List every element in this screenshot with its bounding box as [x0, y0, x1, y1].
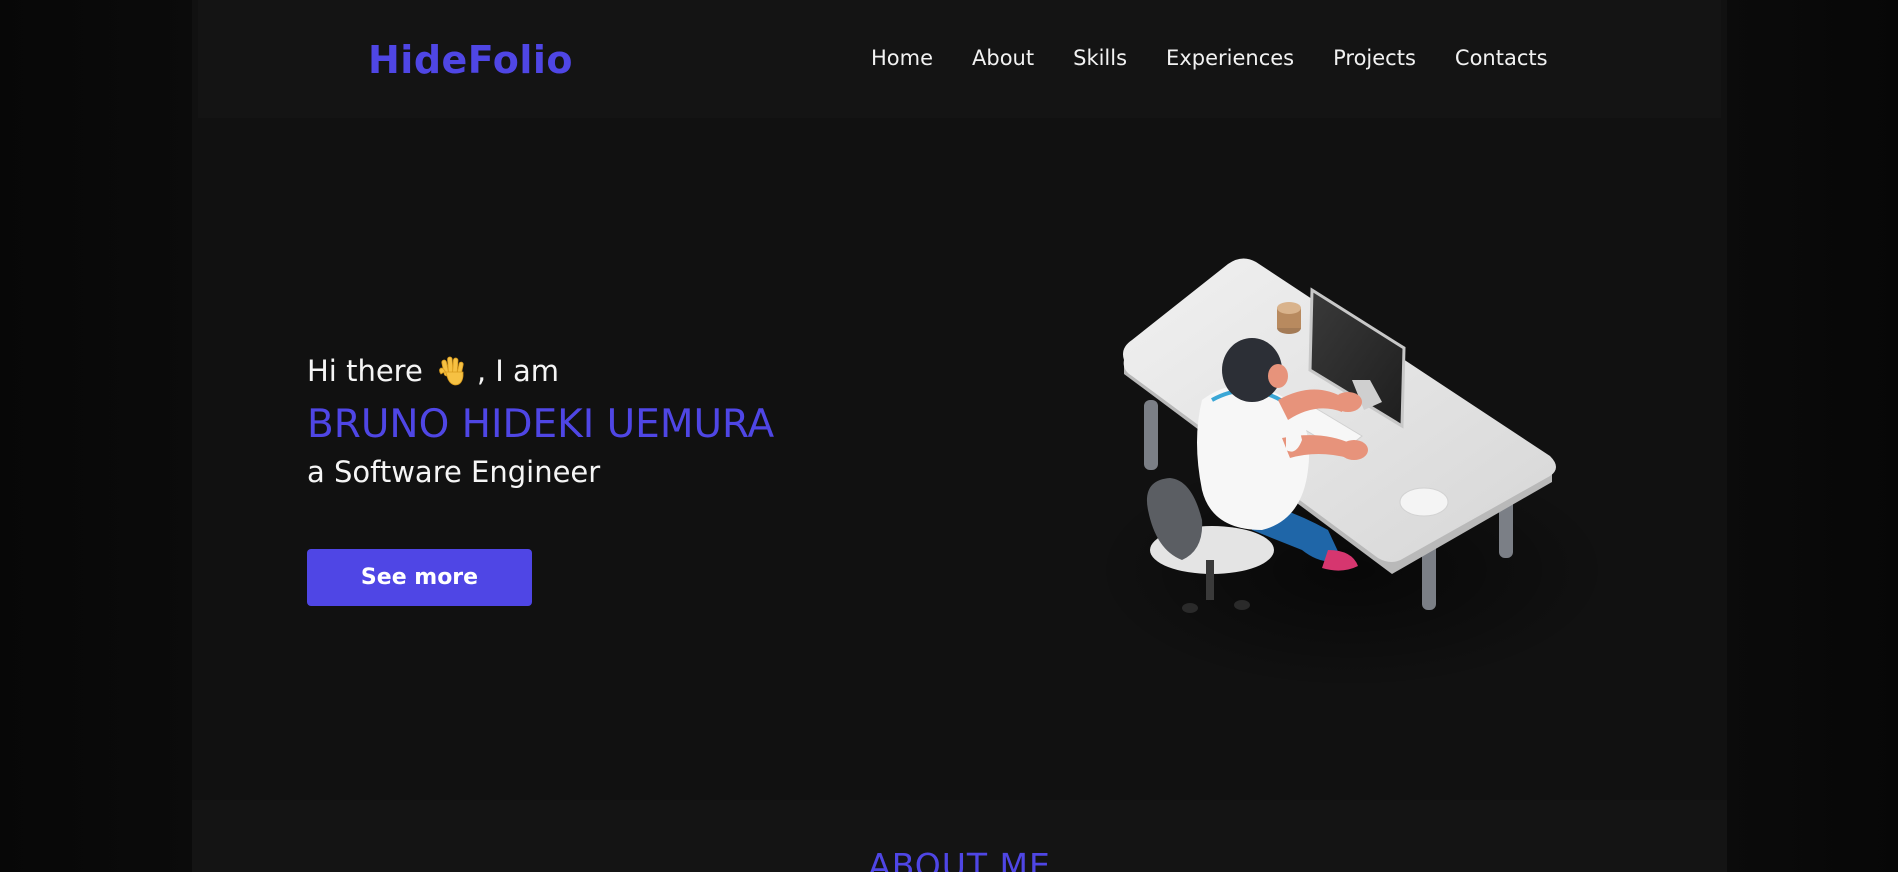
nav-link-experiences[interactable]: Experiences	[1166, 46, 1294, 70]
nav-link-home[interactable]: Home	[871, 46, 933, 70]
nav-item-about: About	[972, 46, 1073, 70]
developer-at-desk-illustration	[1092, 258, 1612, 690]
see-more-button[interactable]: See more	[307, 549, 532, 606]
hero-role: a Software Engineer	[307, 455, 601, 489]
waving-hand-icon	[438, 356, 464, 386]
nav-item-skills: Skills	[1073, 46, 1166, 70]
hero-greeting: Hi there , I am	[307, 354, 774, 388]
nav-link-about[interactable]: About	[972, 46, 1034, 70]
nav-link-projects[interactable]: Projects	[1333, 46, 1416, 70]
nav-item-experiences: Experiences	[1166, 46, 1333, 70]
hero-intro: Hi there , I am BRUNO HIDEKI UEMURA a So…	[307, 354, 774, 489]
nav-link-skills[interactable]: Skills	[1073, 46, 1127, 70]
nav-link-contacts[interactable]: Contacts	[1455, 46, 1548, 70]
page-gutter-right	[1727, 0, 1898, 872]
hero-name: BRUNO HIDEKI UEMURA	[307, 402, 775, 447]
nav-item-projects: Projects	[1333, 46, 1455, 70]
nav-links: Home About Skills Experiences Projects C…	[871, 46, 1587, 70]
navbar: HideFolio Home About Skills Experiences …	[198, 0, 1721, 118]
page-gutter-left	[0, 0, 192, 872]
site-logo[interactable]: HideFolio	[368, 38, 573, 82]
greeting-end: , I am	[476, 354, 560, 388]
nav-item-contacts: Contacts	[1455, 46, 1587, 70]
nav-item-home: Home	[871, 46, 972, 70]
portfolio-page: HideFolio Home About Skills Experiences …	[192, 0, 1727, 872]
about-title: ABOUT ME	[868, 846, 1051, 872]
greeting-start: Hi there	[307, 354, 423, 388]
